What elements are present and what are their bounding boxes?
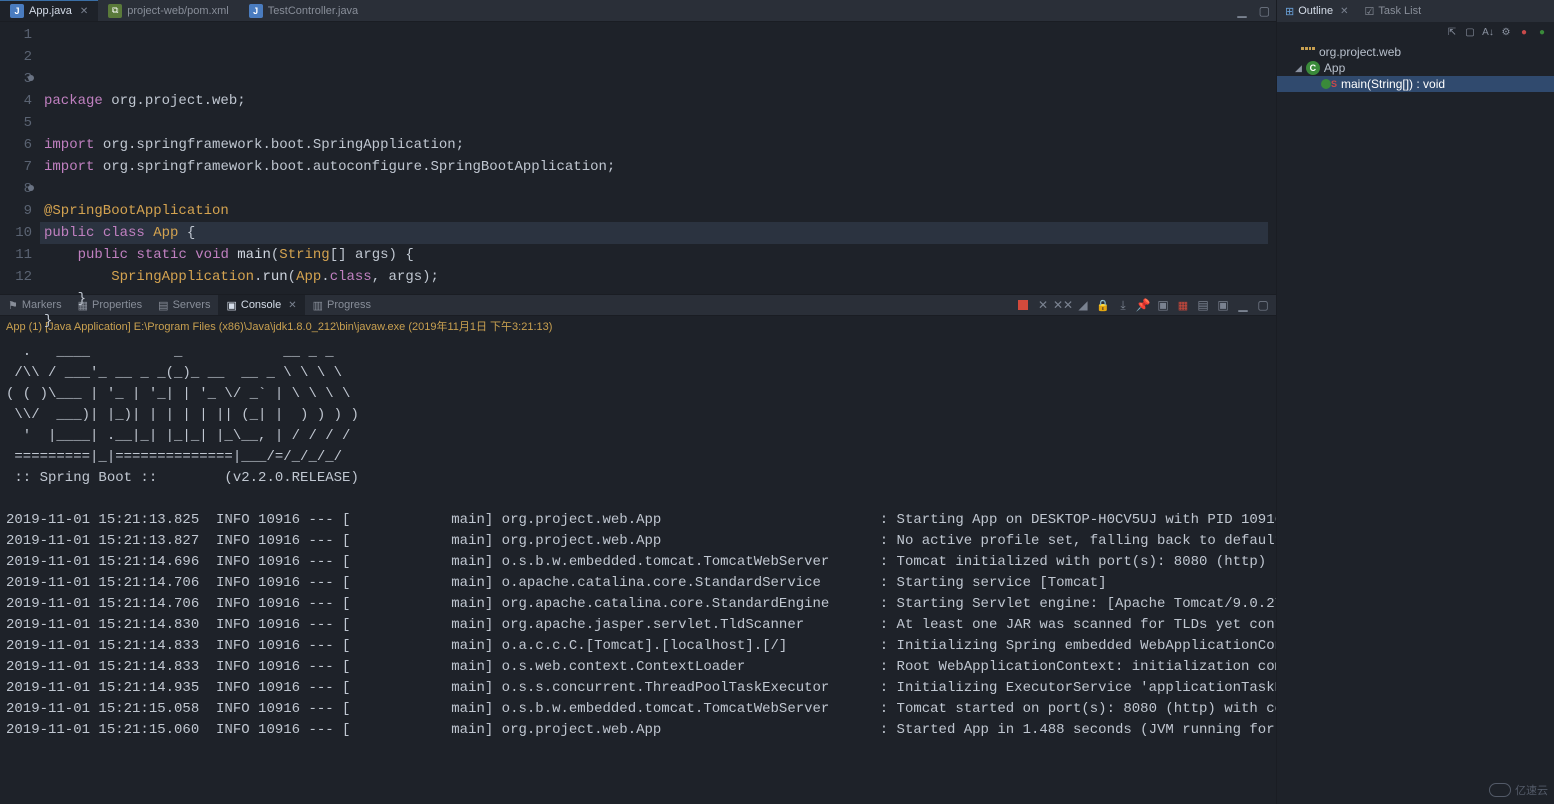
tab-label: TestController.java	[268, 5, 359, 17]
outline-panel: ⊞ Outline ✕ ☑ Task List ⇱ ▢ A↓ ⚙ ● ● org…	[1276, 0, 1554, 804]
line-gutter: 123456789101112	[0, 22, 40, 294]
outline-tree[interactable]: org.project.web◢CAppSmain(String[]) : vo…	[1277, 42, 1554, 804]
task-list-tab[interactable]: ☑ Task List	[1356, 0, 1429, 22]
class-icon: C	[1306, 61, 1320, 75]
minimize-view-icon[interactable]: ▁	[1231, 4, 1252, 18]
cloud-icon	[1489, 783, 1511, 797]
outline-tab[interactable]: ⊞ Outline ✕	[1277, 0, 1356, 22]
tab-label: App.java	[29, 5, 72, 17]
tab-test-controller[interactable]: J TestController.java	[239, 0, 369, 21]
java-file-icon: J	[249, 4, 263, 18]
markers-icon: ⚑	[8, 299, 18, 312]
maximize-view-icon[interactable]: ▢	[1253, 4, 1276, 18]
focus-icon[interactable]: ⇱	[1444, 24, 1460, 40]
tab-label: project-web/pom.xml	[127, 5, 228, 17]
outline-icon: ⊞	[1285, 5, 1294, 18]
xml-file-icon: ⧉	[108, 4, 122, 18]
tab-app-java[interactable]: J App.java ✕	[0, 0, 98, 21]
task-list-icon: ☑	[1364, 5, 1374, 18]
code-area[interactable]: package org.project.web; import org.spri…	[40, 22, 1276, 294]
hide-non-public-icon[interactable]: ●	[1534, 24, 1550, 40]
close-icon[interactable]: ✕	[80, 6, 88, 17]
collapse-icon[interactable]: ▢	[1462, 24, 1478, 40]
sort-icon[interactable]: A↓	[1480, 24, 1496, 40]
tree-row[interactable]: org.project.web	[1277, 44, 1554, 60]
hide-fields-icon[interactable]: ⚙	[1498, 24, 1514, 40]
hide-static-icon[interactable]: ●	[1516, 24, 1532, 40]
watermark: 亿速云	[1489, 782, 1548, 798]
tab-pom-xml[interactable]: ⧉ project-web/pom.xml	[98, 0, 238, 21]
tree-label: App	[1324, 61, 1345, 75]
java-file-icon: J	[10, 4, 24, 18]
close-icon[interactable]: ✕	[1340, 6, 1348, 17]
tree-label: org.project.web	[1319, 45, 1401, 59]
outline-toolbar: ⇱ ▢ A↓ ⚙ ● ●	[1277, 22, 1554, 42]
tree-row[interactable]: ◢CApp	[1277, 60, 1554, 76]
editor-tabbar: J App.java ✕ ⧉ project-web/pom.xml J Tes…	[0, 0, 1276, 22]
tree-label: main(String[]) : void	[1341, 77, 1445, 91]
tree-row[interactable]: Smain(String[]) : void	[1277, 76, 1554, 92]
method-icon	[1321, 79, 1331, 89]
package-icon	[1301, 47, 1315, 57]
console-output[interactable]: . ____ _ __ _ _ /\\ / ___'_ __ _ _(_)_ _…	[0, 336, 1276, 804]
code-editor[interactable]: 123456789101112 package org.project.web;…	[0, 22, 1276, 294]
